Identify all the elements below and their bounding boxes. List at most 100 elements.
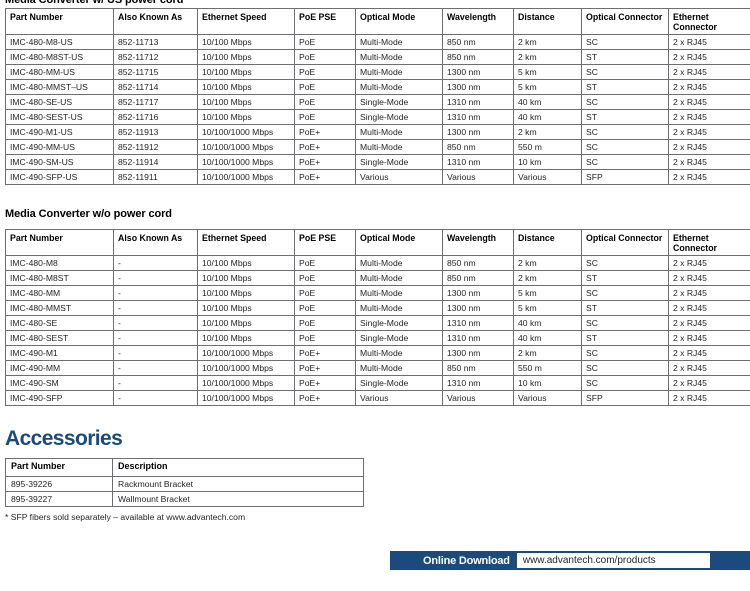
cell-ethernet-connector: 2 x RJ45 (668, 124, 750, 140)
cell-part-number: IMC-480-M8ST-US (5, 49, 114, 65)
cell-description: Rackmount Bracket (112, 476, 364, 492)
cell-wavelength: 850 nm (442, 139, 514, 155)
cell-ethernet-speed: 10/100 Mbps (197, 94, 295, 110)
table-header: Part Number Also Known As Ethernet Speed… (5, 229, 750, 256)
table-header-row: Part Number Also Known As Ethernet Speed… (5, 229, 750, 256)
table-row: IMC-480-MM-US 852-11715 10/100 Mbps PoE Mult… (5, 64, 750, 80)
cell-ethernet-connector: 2 x RJ45 (668, 270, 750, 286)
cell-wavelength: 850 nm (442, 255, 514, 271)
cell-part-number: IMC-480-MM (5, 285, 114, 301)
online-download-url-box[interactable]: www.advantech.com/products (516, 553, 710, 568)
cell-wavelength: 1300 nm (442, 300, 514, 316)
cell-optical-mode: Various (355, 169, 443, 185)
column-header-ethernet-speed: Ethernet Speed (197, 229, 295, 256)
cell-ethernet-connector: 2 x RJ45 (668, 360, 750, 376)
cell-ethernet-connector: 2 x RJ45 (668, 315, 750, 331)
table-body: IMC-480-M8-10/100 Mbps PoE Multi-Mode 850 n… (5, 255, 750, 406)
cell-wavelength: Various (442, 390, 514, 406)
cell-ethernet-connector: 2 x RJ45 (668, 64, 750, 80)
column-header-distance: Distance (513, 229, 582, 256)
cell-poe-pse: PoE (294, 270, 356, 286)
column-header-wavelength: Wavelength (442, 229, 514, 256)
column-header-also-known-as: Also Known As (113, 8, 198, 35)
cell-description: Wallmount Bracket (112, 491, 364, 507)
cell-ethernet-speed: 10/100 Mbps (197, 285, 295, 301)
cell-part-number: IMC-490-M1 (5, 345, 114, 361)
table-row: IMC-480-MMST -10/100 Mbps PoE Multi-Mode 130… (5, 300, 750, 316)
cell-also-known-as: 852-11715 (113, 64, 198, 80)
cell-part-number: IMC-490-SFP (5, 390, 114, 406)
cell-poe-pse: PoE+ (294, 154, 356, 170)
column-header-optical-mode: Optical Mode (355, 8, 443, 35)
column-header-also-known-as: Also Known As (113, 229, 198, 256)
cell-part-number: IMC-490-MM-US (5, 139, 114, 155)
cell-wavelength: 1300 nm (442, 64, 514, 80)
cell-wavelength: Various (442, 169, 514, 185)
column-header-optical-connector: Optical Connector (581, 8, 669, 35)
cell-optical-connector: SC (581, 375, 669, 391)
cell-ethernet-connector: 2 x RJ45 (668, 285, 750, 301)
cell-distance: 10 km (513, 375, 582, 391)
table-header-row: Part Number Also Known As Ethernet Speed… (5, 8, 750, 35)
cell-also-known-as: 852-11714 (113, 79, 198, 95)
column-header-ethernet-speed: Ethernet Speed (197, 8, 295, 35)
cell-also-known-as: - (113, 285, 198, 301)
column-header-part-number: Part Number (5, 229, 114, 256)
cell-also-known-as: - (113, 360, 198, 376)
cell-optical-mode: Multi-Mode (355, 124, 443, 140)
media-converter-without-power-cord-table: Part Number Also Known As Ethernet Speed… (5, 229, 750, 406)
cell-wavelength: 1310 nm (442, 315, 514, 331)
cell-ethernet-speed: 10/100 Mbps (197, 79, 295, 95)
cell-also-known-as: 852-11716 (113, 109, 198, 125)
column-header-poe-pse: PoE PSE (294, 229, 356, 256)
cell-wavelength: 1310 nm (442, 375, 514, 391)
cell-poe-pse: PoE (294, 94, 356, 110)
cell-ethernet-speed: 10/100 Mbps (197, 300, 295, 316)
cell-also-known-as: 852-11712 (113, 49, 198, 65)
cell-ethernet-connector: 2 x RJ45 (668, 375, 750, 391)
cell-optical-connector: SC (581, 315, 669, 331)
cell-distance: 40 km (513, 330, 582, 346)
cell-ethernet-speed: 10/100/1000 Mbps (197, 139, 295, 155)
cell-poe-pse: PoE+ (294, 375, 356, 391)
cell-optical-connector: ST (581, 79, 669, 95)
online-download-url: www.advantech.com/products (522, 555, 656, 566)
column-header-part-number: Part Number (5, 8, 114, 35)
cell-ethernet-speed: 10/100 Mbps (197, 330, 295, 346)
table-row: 895-39227 Wallmount Bracket (5, 491, 364, 507)
table-row: IMC-490-MM -10/100/1000 Mbps PoE+ Multi-Mod… (5, 360, 750, 376)
cell-ethernet-connector: 2 x RJ45 (668, 330, 750, 346)
cell-poe-pse: PoE (294, 285, 356, 301)
cell-poe-pse: PoE+ (294, 390, 356, 406)
cell-optical-mode: Single-Mode (355, 375, 443, 391)
cell-wavelength: 1310 nm (442, 109, 514, 125)
cell-part-number: IMC-480-SEST-US (5, 109, 114, 125)
cell-ethernet-speed: 10/100/1000 Mbps (197, 124, 295, 140)
column-header-optical-mode: Optical Mode (355, 229, 443, 256)
cell-also-known-as: - (113, 315, 198, 331)
cell-distance: 550 m (513, 360, 582, 376)
cell-ethernet-connector: 2 x RJ45 (668, 94, 750, 110)
accessories-heading: Accessories (5, 427, 123, 450)
cell-optical-connector: ST (581, 300, 669, 316)
cell-wavelength: 850 nm (442, 360, 514, 376)
cell-wavelength: 1310 nm (442, 330, 514, 346)
cell-ethernet-speed: 10/100 Mbps (197, 315, 295, 331)
cell-ethernet-speed: 10/100/1000 Mbps (197, 345, 295, 361)
cell-ethernet-connector: 2 x RJ45 (668, 139, 750, 155)
table-row: IMC-480-M8ST-US 852-11712 10/100 Mbps PoE Mu… (5, 49, 750, 65)
column-header-distance: Distance (513, 8, 582, 35)
cell-optical-mode: Multi-Mode (355, 49, 443, 65)
table-row: IMC-490-SFP-US 852-11911 10/100/1000 Mbps P… (5, 169, 750, 185)
cell-optical-mode: Multi-Mode (355, 139, 443, 155)
table-header: Part Number Also Known As Ethernet Speed… (5, 8, 750, 35)
cell-distance: 2 km (513, 345, 582, 361)
cell-optical-connector: SC (581, 34, 669, 50)
cell-distance: 2 km (513, 49, 582, 65)
cell-optical-mode: Multi-Mode (355, 79, 443, 95)
cell-optical-connector: SC (581, 64, 669, 80)
table-row: IMC-480-M8ST -10/100 Mbps PoE Multi-Mode 850… (5, 270, 750, 286)
cell-poe-pse: PoE+ (294, 124, 356, 140)
table-row: IMC-480-MM -10/100 Mbps PoE Multi-Mode 1300 … (5, 285, 750, 301)
cell-distance: 5 km (513, 64, 582, 80)
